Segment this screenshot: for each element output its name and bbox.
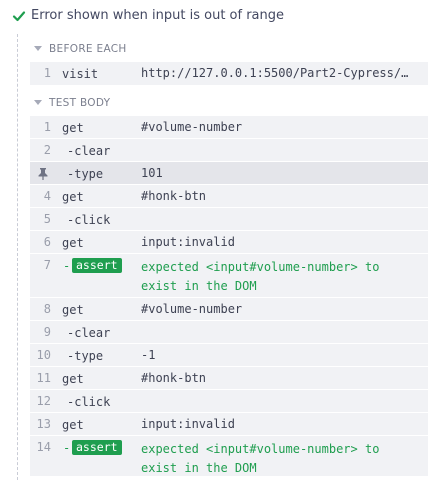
assert-badge: assert xyxy=(72,440,122,455)
test-body-rows: 1 get #volume-number 2 -clear -type 10 1 … xyxy=(30,116,428,476)
row-number: 8 xyxy=(43,302,51,316)
assert-badge: assert xyxy=(72,258,122,273)
row-number: 4 xyxy=(43,189,51,203)
command-name: get xyxy=(62,190,84,204)
command-name: -click xyxy=(67,395,111,409)
command-row[interactable]: 12 -click xyxy=(30,390,428,413)
before-each-label: BEFORE EACH xyxy=(49,43,127,55)
before-each-header[interactable]: BEFORE EACH xyxy=(18,36,428,62)
test-header[interactable]: Error shown when input is out of range xyxy=(0,0,431,32)
command-name: get xyxy=(62,121,84,135)
row-number: 7 xyxy=(43,258,51,272)
row-number: 13 xyxy=(36,417,51,431)
command-row[interactable]: 4 get #honk-btn xyxy=(30,185,428,208)
row-number: 5 xyxy=(43,212,51,226)
caret-down-icon xyxy=(34,100,42,105)
command-row[interactable]: 5 -click xyxy=(30,208,428,231)
command-row-pinned[interactable]: -type 101 xyxy=(30,162,428,185)
command-message: #volume-number xyxy=(141,120,243,134)
command-name: -type xyxy=(67,349,104,363)
row-number: 1 xyxy=(43,120,51,134)
row-number: 10 xyxy=(36,348,51,362)
command-row[interactable]: 2 -clear xyxy=(30,139,428,162)
command-name: visit xyxy=(62,67,99,81)
command-message: #honk-btn xyxy=(141,189,207,203)
test-body-header[interactable]: TEST BODY xyxy=(18,90,428,116)
row-number: 9 xyxy=(43,325,51,339)
command-row[interactable]: 10 -type -1 xyxy=(30,344,428,367)
pin-icon xyxy=(38,168,48,180)
command-message: #honk-btn xyxy=(141,371,207,385)
command-row[interactable]: 11 get #honk-btn xyxy=(30,367,428,390)
command-row[interactable]: 13 get input:invalid xyxy=(30,413,428,436)
command-name: get xyxy=(62,418,84,432)
command-message: 101 xyxy=(141,166,163,180)
command-message: -1 xyxy=(141,348,156,362)
row-number: 14 xyxy=(36,440,51,454)
caret-down-icon xyxy=(34,46,42,51)
command-name: get xyxy=(62,303,84,317)
child-dash: - xyxy=(63,259,71,273)
row-number: 11 xyxy=(36,371,51,385)
command-name: -clear xyxy=(67,326,111,340)
test-title: Error shown when input is out of range xyxy=(31,8,285,23)
command-row[interactable]: 6 get input:invalid xyxy=(30,231,428,254)
test-body-label: TEST BODY xyxy=(49,97,111,109)
command-name: -click xyxy=(67,213,111,227)
command-row[interactable]: 9 -clear xyxy=(30,321,428,344)
check-icon xyxy=(12,11,26,22)
command-row-assert[interactable]: 7 - assert expected <input#volume-number… xyxy=(30,254,428,298)
row-number: 1 xyxy=(43,66,51,80)
command-name: -type xyxy=(67,167,104,181)
command-name: -clear xyxy=(67,144,111,158)
command-message: #volume-number xyxy=(141,302,243,316)
command-log: BEFORE EACH 1 visit http://127.0.0.1:550… xyxy=(17,34,428,480)
command-row[interactable]: 1 get #volume-number xyxy=(30,116,428,139)
command-message: input:invalid xyxy=(141,235,235,249)
command-row-assert[interactable]: 14 - assert expected <input#volume-numbe… xyxy=(30,436,428,476)
command-row[interactable]: 8 get #volume-number xyxy=(30,298,428,321)
command-name: get xyxy=(62,372,84,386)
command-name: get xyxy=(62,236,84,250)
command-row[interactable]: 1 visit http://127.0.0.1:5500/Part2-Cypr… xyxy=(30,62,428,86)
assert-message: expected <input#volume-number> to exist … xyxy=(141,442,380,475)
child-dash: - xyxy=(63,441,71,455)
before-each-rows: 1 visit http://127.0.0.1:5500/Part2-Cypr… xyxy=(30,62,428,86)
row-number: 2 xyxy=(43,143,51,157)
row-number: 6 xyxy=(43,235,51,249)
row-number: 12 xyxy=(36,394,51,408)
command-message: input:invalid xyxy=(141,417,235,431)
assert-message: expected <input#volume-number> to exist … xyxy=(141,260,380,293)
command-message: http://127.0.0.1:5500/Part2-Cypress/… xyxy=(141,66,409,80)
